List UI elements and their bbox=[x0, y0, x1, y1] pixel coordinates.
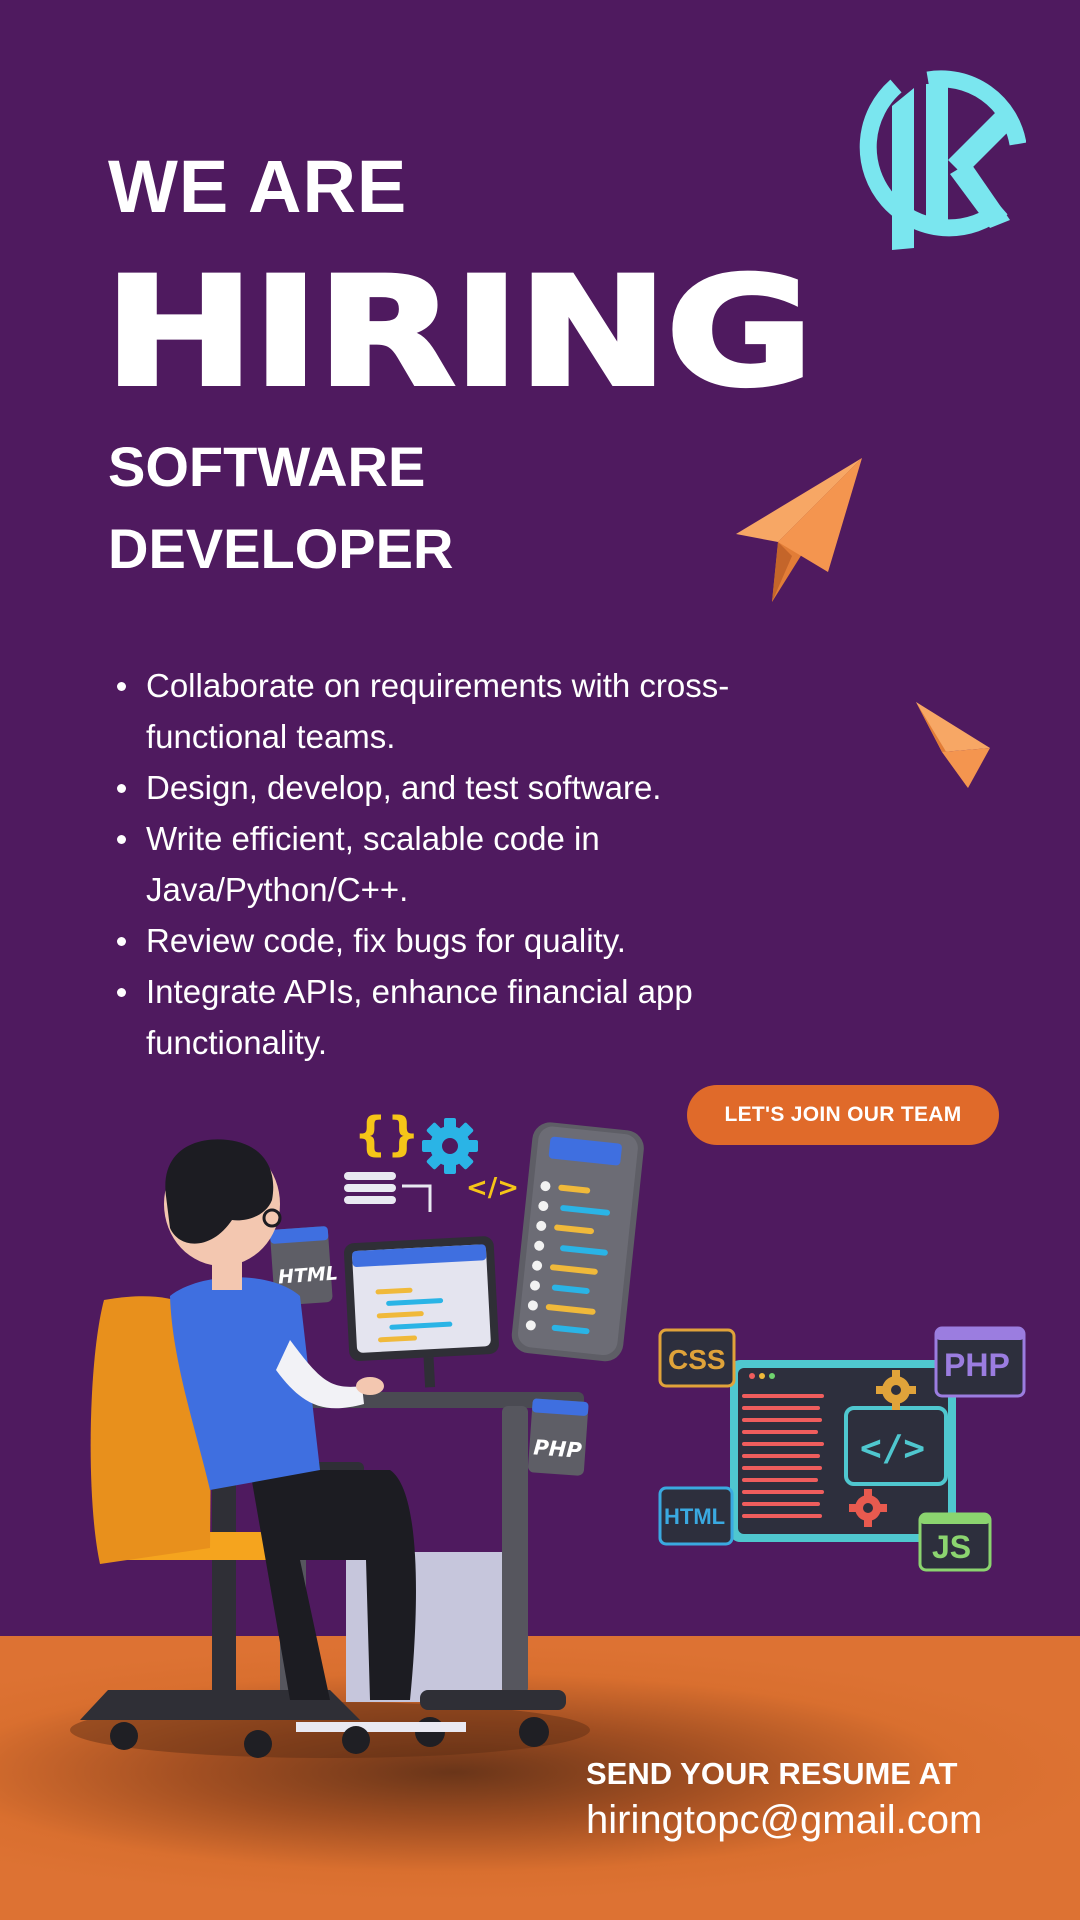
css-tag: CSS bbox=[658, 1328, 736, 1388]
floating-code-panel bbox=[511, 1122, 644, 1362]
developer-illustration: {} </> HTML PHP </> CSS PHP HTML JS bbox=[70, 1107, 1026, 1758]
brace-icon: {} bbox=[354, 1107, 420, 1161]
svg-text:PHP: PHP bbox=[944, 1347, 1010, 1383]
monitor bbox=[343, 1236, 499, 1388]
svg-text:JS: JS bbox=[932, 1529, 971, 1565]
contact-email[interactable]: hiringtopc@gmail.com bbox=[586, 1798, 982, 1843]
svg-text:CSS: CSS bbox=[668, 1344, 726, 1375]
hiring-poster: WE ARE HIRING SOFTWARE DEVELOPER Collabo… bbox=[0, 0, 1080, 1920]
svg-text:</>: </> bbox=[860, 1428, 925, 1469]
js-tag: JS bbox=[918, 1512, 992, 1572]
svg-text:HTML: HTML bbox=[664, 1504, 725, 1529]
svg-text:PHP: PHP bbox=[533, 1435, 584, 1462]
developer-person bbox=[164, 1139, 416, 1700]
svg-text:HTML: HTML bbox=[277, 1262, 338, 1288]
contact-label: SEND YOUR RESUME AT bbox=[586, 1756, 958, 1791]
php-tag-desk: PHP bbox=[528, 1398, 589, 1476]
gear-icon bbox=[422, 1118, 478, 1174]
stack-icon bbox=[344, 1172, 396, 1204]
php-tag: PHP bbox=[934, 1326, 1026, 1398]
code-icon: </> bbox=[466, 1173, 519, 1203]
html-tag: HTML bbox=[658, 1486, 734, 1546]
